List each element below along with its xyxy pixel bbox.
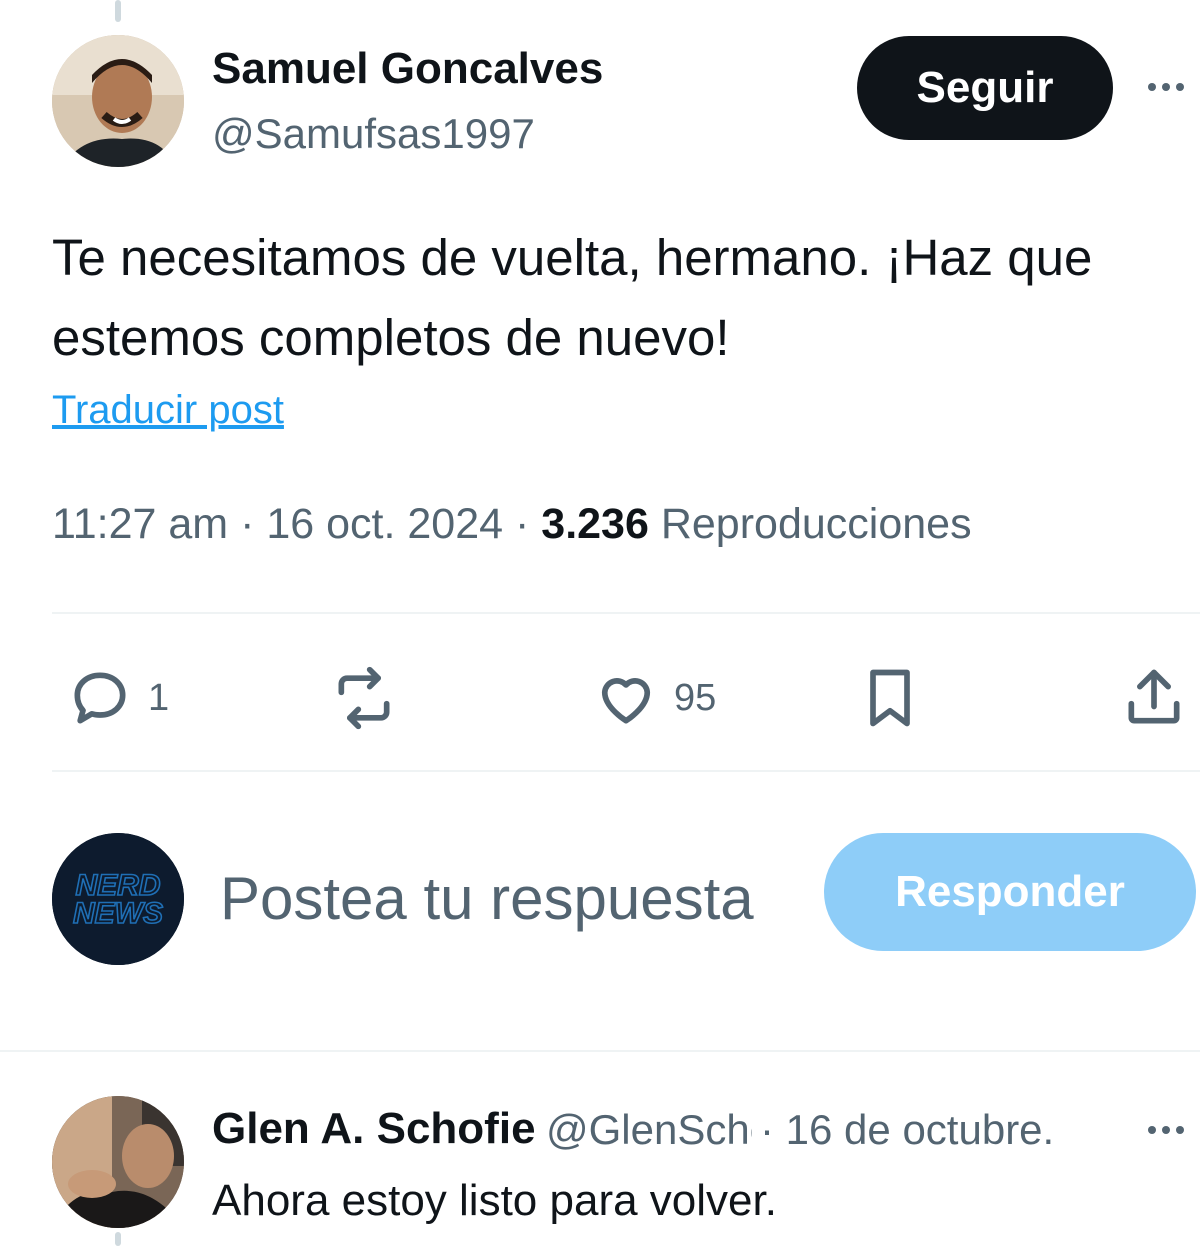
reply-composer-input[interactable]: Postea tu respuesta bbox=[220, 858, 780, 980]
like-action[interactable]: 95 bbox=[592, 664, 716, 732]
reply-submit-button[interactable]: Responder bbox=[824, 833, 1196, 951]
repost-action[interactable] bbox=[330, 664, 412, 732]
reply-author-handle[interactable]: @GlenSchofield bbox=[546, 1106, 752, 1154]
post-text: Te necesitamos de vuelta, hermano. ¡Haz … bbox=[52, 229, 1093, 366]
svg-text:NEWS: NEWS bbox=[73, 897, 163, 930]
current-user-avatar[interactable]: NERD NEWS bbox=[52, 833, 184, 965]
views-label: Reproducciones bbox=[660, 500, 972, 548]
meta-separator: · bbox=[515, 500, 530, 548]
divider bbox=[0, 1050, 1200, 1052]
bookmark-icon bbox=[870, 669, 910, 727]
reply-text: Ahora estoy listo para volver. bbox=[212, 1176, 777, 1225]
reply-count: 1 bbox=[148, 676, 170, 719]
meta-separator: · bbox=[240, 500, 255, 548]
translate-post-link[interactable]: Traducir post bbox=[52, 388, 284, 433]
share-action[interactable] bbox=[1120, 664, 1188, 732]
reply-icon bbox=[74, 672, 126, 724]
post-time[interactable]: 11:27 am bbox=[52, 500, 228, 548]
thread-line-bottom bbox=[115, 1232, 121, 1246]
reply-author-avatar[interactable] bbox=[52, 1096, 184, 1228]
more-icon[interactable] bbox=[1148, 83, 1184, 91]
divider bbox=[52, 612, 1200, 614]
repost-icon bbox=[338, 666, 390, 730]
views-count: 3.236 bbox=[541, 500, 649, 548]
post-meta: 11:27 am · 16 oct. 2024 · 3.236 Reproduc… bbox=[52, 500, 972, 549]
bookmark-action[interactable] bbox=[856, 664, 924, 732]
reply-more-icon[interactable] bbox=[1148, 1126, 1184, 1134]
nerd-news-logo: NERD NEWS bbox=[52, 833, 184, 965]
share-icon bbox=[1128, 669, 1180, 724]
reply-meta-separator: · bbox=[760, 1106, 774, 1153]
follow-button[interactable]: Seguir bbox=[857, 36, 1113, 140]
author-handle[interactable]: @Samufsas1997 bbox=[212, 110, 535, 158]
author-avatar[interactable] bbox=[52, 35, 184, 167]
post-date[interactable]: 16 oct. 2024 bbox=[266, 500, 503, 548]
reply-author-avatar-photo bbox=[52, 1096, 184, 1228]
reply-action[interactable]: 1 bbox=[66, 664, 169, 732]
author-avatar-photo bbox=[52, 35, 184, 167]
thread-line-top bbox=[115, 0, 121, 22]
reply-author-name[interactable]: Glen A. Schofield bbox=[212, 1104, 534, 1154]
author-name[interactable]: Samuel Goncalves bbox=[212, 44, 603, 94]
heart-icon bbox=[601, 678, 651, 724]
like-count: 95 bbox=[674, 676, 717, 719]
reply-date[interactable]: · 16 de octubre. bbox=[760, 1106, 1054, 1154]
reply-date-text: 16 de octubre. bbox=[785, 1106, 1055, 1153]
divider bbox=[52, 770, 1200, 772]
